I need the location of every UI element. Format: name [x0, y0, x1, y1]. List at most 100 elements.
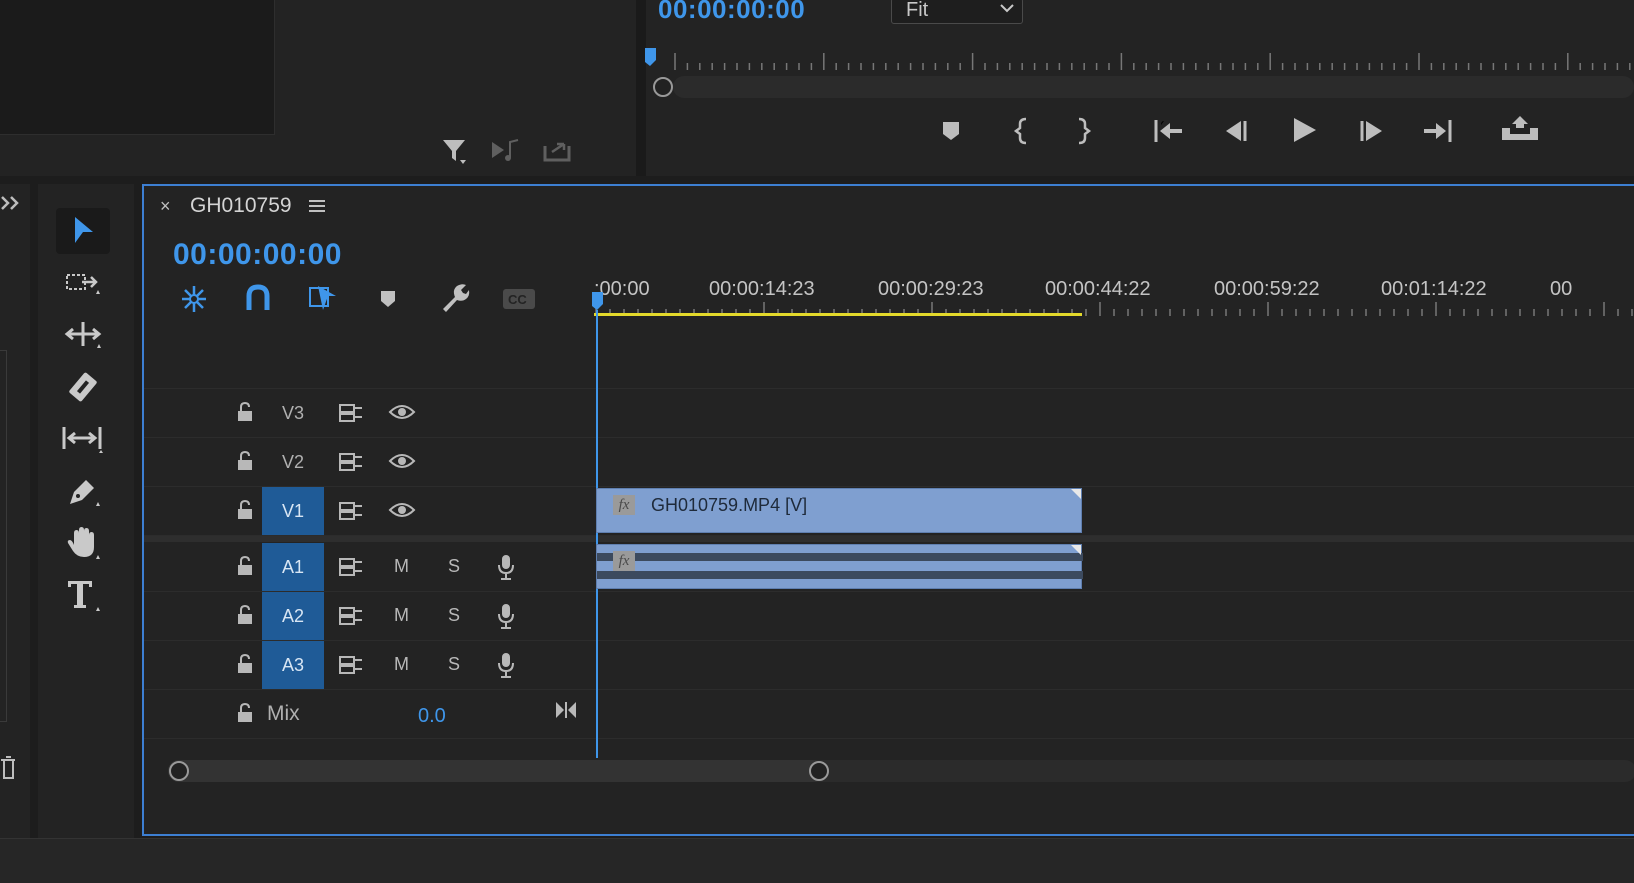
sync-lock-icon[interactable]: [338, 557, 364, 577]
step-back-icon[interactable]: [1222, 116, 1252, 146]
monitor-ruler[interactable]: [673, 48, 1634, 76]
fx-badge[interactable]: fx: [613, 551, 635, 571]
mute-button[interactable]: M: [394, 605, 409, 626]
timeline-panel: × GH010759 00:00:00:00 CC :00:00 00:00:1…: [142, 184, 1634, 836]
track-name-v3[interactable]: V3: [262, 389, 324, 437]
sequence-tab[interactable]: GH010759: [190, 194, 292, 218]
panel-menu-icon[interactable]: [308, 198, 326, 214]
lock-icon[interactable]: [236, 604, 254, 626]
video-clip[interactable]: fx GH010759.MP4 [V]: [596, 488, 1082, 533]
lock-icon[interactable]: [236, 702, 254, 724]
timeline-playhead[interactable]: [590, 290, 606, 314]
razor-icon: [69, 372, 97, 402]
play-icon[interactable]: [1288, 114, 1320, 146]
export-icon[interactable]: [542, 136, 574, 164]
scroll-handle-left[interactable]: [169, 761, 189, 781]
insert-audio-icon[interactable]: [490, 138, 522, 164]
track-select-tool[interactable]: [56, 260, 110, 306]
audio-waveform-top: [597, 553, 1083, 561]
mix-volume-value[interactable]: 0.0: [418, 705, 446, 728]
lock-icon[interactable]: [236, 450, 254, 472]
track-row-v3: V3: [144, 389, 1634, 438]
selection-tool[interactable]: [56, 208, 110, 254]
lock-icon[interactable]: [236, 555, 254, 577]
step-forward-icon[interactable]: [1356, 116, 1386, 146]
mix-pan-icon[interactable]: [554, 700, 578, 720]
scroll-thumb[interactable]: [168, 760, 824, 782]
sync-lock-icon[interactable]: [338, 501, 364, 521]
filter-icon[interactable]: [440, 136, 470, 168]
mute-button[interactable]: M: [394, 556, 409, 577]
zoom-select[interactable]: Fit: [891, 0, 1023, 24]
slip-tool[interactable]: [56, 416, 110, 462]
eye-icon[interactable]: [388, 501, 416, 519]
sync-lock-icon[interactable]: [338, 452, 364, 472]
timeline-zoom-scrollbar[interactable]: [168, 760, 1634, 782]
ripple-edit-tool[interactable]: [56, 312, 110, 358]
solo-button[interactable]: S: [448, 556, 460, 577]
lock-icon[interactable]: [236, 401, 254, 423]
ripple-edit-icon: [64, 322, 102, 348]
linked-selection-icon[interactable]: [306, 282, 340, 314]
scroll-handle-left[interactable]: [653, 77, 673, 97]
expand-panels-icon[interactable]: [0, 194, 24, 212]
add-marker-icon[interactable]: [938, 118, 964, 144]
fx-badge[interactable]: fx: [613, 495, 635, 515]
wrench-icon[interactable]: [438, 282, 470, 314]
solo-button[interactable]: S: [448, 605, 460, 626]
project-panel: [0, 0, 636, 176]
eye-icon[interactable]: [388, 452, 416, 470]
sync-lock-icon[interactable]: [338, 655, 364, 675]
close-sequence-icon[interactable]: ×: [160, 196, 171, 217]
ruler-label: 00:01:14:22: [1381, 278, 1487, 300]
add-marker-timeline-icon[interactable]: [378, 288, 398, 310]
monitor-zoom-scrollbar[interactable]: [653, 76, 1634, 98]
track-header-spacer: [144, 320, 1634, 389]
ruler-label: 00:00:44:22: [1045, 278, 1151, 300]
go-to-in-icon[interactable]: [1152, 116, 1186, 146]
mute-button[interactable]: M: [394, 654, 409, 675]
pen-icon: [70, 480, 100, 506]
track-name-a2[interactable]: A2: [262, 592, 324, 640]
razor-tool[interactable]: [56, 364, 110, 410]
pen-tool[interactable]: [56, 468, 110, 514]
timeline-timecode[interactable]: 00:00:00:00: [173, 238, 342, 272]
mix-label: Mix: [267, 702, 300, 725]
microphone-icon[interactable]: [496, 602, 516, 630]
type-tool[interactable]: [56, 572, 110, 618]
nest-sequence-icon[interactable]: [178, 284, 210, 314]
microphone-icon[interactable]: [496, 553, 516, 581]
track-name-a1[interactable]: A1: [262, 543, 324, 591]
lift-icon[interactable]: [1500, 114, 1540, 146]
program-timecode[interactable]: 00:00:00:00: [658, 0, 805, 25]
track-name-v1[interactable]: V1: [262, 487, 324, 535]
track-name-a3[interactable]: A3: [262, 641, 324, 689]
monitor-playhead[interactable]: [643, 46, 659, 70]
scroll-handle-right[interactable]: [809, 761, 829, 781]
playhead-line: [596, 310, 598, 758]
panel-divider[interactable]: [636, 0, 646, 176]
mark-in-icon[interactable]: [1012, 116, 1032, 146]
mark-out-icon[interactable]: [1073, 116, 1093, 146]
trash-icon[interactable]: [0, 754, 16, 780]
av-divider[interactable]: [144, 536, 1634, 542]
lock-icon[interactable]: [236, 499, 254, 521]
eye-icon[interactable]: [388, 403, 416, 421]
microphone-icon[interactable]: [496, 651, 516, 679]
work-area-bar[interactable]: [594, 313, 1082, 316]
audio-clip[interactable]: fx: [596, 544, 1083, 589]
track-name-v2[interactable]: V2: [262, 438, 324, 486]
captions-icon[interactable]: CC: [502, 288, 536, 310]
hand-tool[interactable]: [56, 520, 110, 566]
track-row-a2: A2 M S: [144, 592, 1634, 641]
lock-icon[interactable]: [236, 653, 254, 675]
sync-lock-icon[interactable]: [338, 606, 364, 626]
go-to-out-icon[interactable]: [1420, 116, 1454, 146]
snap-icon[interactable]: [244, 284, 272, 314]
side-panel-edge: [0, 350, 7, 722]
slip-icon: [62, 427, 103, 453]
clip-end-marker: [1071, 489, 1081, 499]
solo-button[interactable]: S: [448, 654, 460, 675]
sync-lock-icon[interactable]: [338, 403, 364, 423]
tools-panel: [38, 184, 134, 838]
